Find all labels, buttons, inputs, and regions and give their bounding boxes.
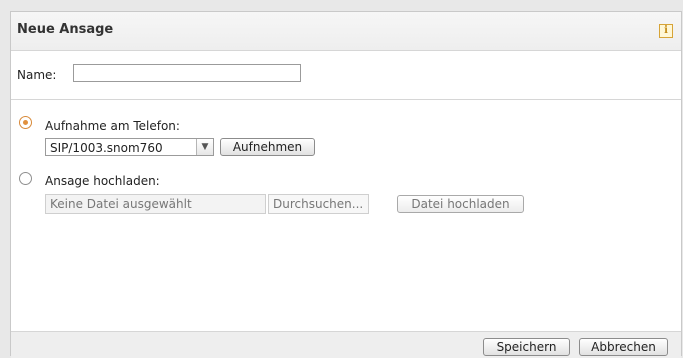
upload-announcement-radio[interactable]: [19, 172, 32, 185]
cancel-button[interactable]: Abbrechen: [579, 338, 668, 356]
chevron-down-icon[interactable]: ▼: [196, 139, 213, 155]
record-on-phone-label: Aufnahme am Telefon:: [45, 119, 180, 133]
dialog-footer: Speichern Abbrechen: [11, 331, 681, 358]
phone-device-value: SIP/1003.snom760: [50, 141, 163, 155]
browse-button[interactable]: Durchsuchen...: [268, 194, 369, 214]
info-icon[interactable]: i: [659, 24, 673, 38]
name-label: Name:: [17, 68, 57, 82]
dialog-title: Neue Ansage: [17, 22, 114, 37]
upload-announcement-label: Ansage hochladen:: [45, 174, 160, 188]
name-row: Name:: [11, 50, 681, 100]
save-button[interactable]: Speichern: [483, 338, 570, 356]
record-on-phone-radio[interactable]: [19, 116, 32, 129]
name-input[interactable]: [73, 64, 301, 82]
record-button[interactable]: Aufnehmen: [220, 138, 315, 156]
selected-file-field: Keine Datei ausgewählt: [45, 194, 266, 214]
phone-device-select[interactable]: SIP/1003.snom760 ▼: [45, 138, 214, 156]
upload-file-button[interactable]: Datei hochladen: [397, 195, 524, 213]
new-announcement-dialog: Neue Ansage i Name: Aufnahme am Telefon:…: [10, 11, 682, 358]
dialog-titlebar: Neue Ansage i: [11, 12, 681, 51]
